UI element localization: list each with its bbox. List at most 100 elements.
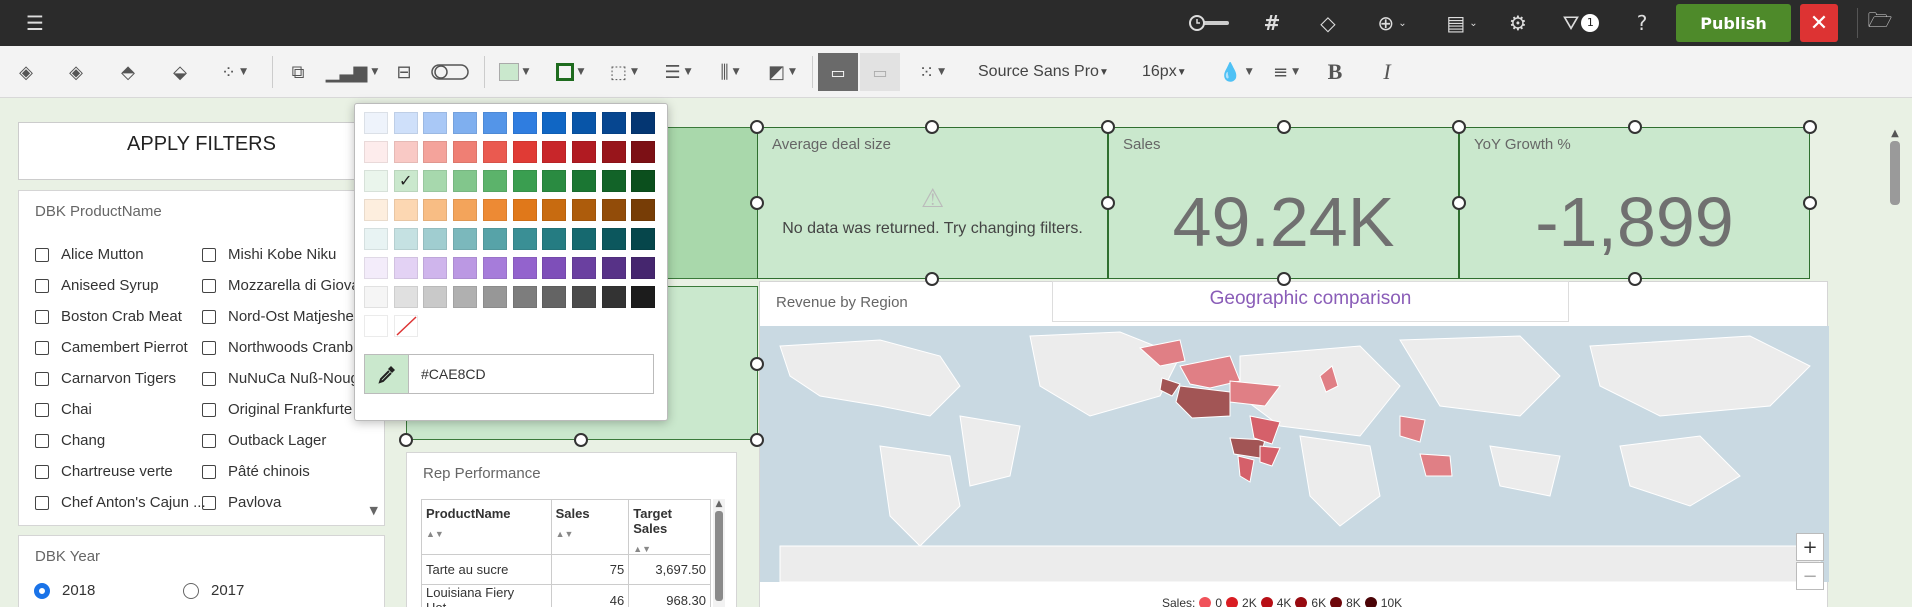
checkbox-icon[interactable] [35, 309, 49, 324]
color-swatch[interactable] [423, 141, 448, 163]
color-swatch[interactable] [364, 228, 388, 250]
apply-filters-button[interactable]: APPLY FILTERS [18, 122, 385, 180]
checkbox-icon[interactable] [202, 371, 216, 386]
layer-up-icon[interactable]: ◈ [60, 52, 92, 92]
report-dropdown-icon[interactable]: ▤ ⌄ [1434, 0, 1490, 46]
color-swatch[interactable] [364, 112, 388, 134]
year-radio-2017[interactable]: 2017 [183, 582, 244, 599]
color-swatch[interactable] [601, 112, 626, 134]
color-swatch[interactable] [453, 112, 478, 134]
color-swatch[interactable] [453, 286, 478, 308]
color-swatch[interactable] [512, 170, 537, 192]
color-swatch[interactable] [601, 170, 626, 192]
color-swatch[interactable] [601, 257, 626, 279]
color-swatch[interactable] [364, 141, 388, 163]
color-swatch[interactable] [601, 199, 626, 221]
resize-handle[interactable] [1628, 272, 1642, 286]
color-swatch[interactable] [482, 141, 507, 163]
filter-checkbox-item[interactable]: Chartreuse verte [35, 456, 205, 487]
text-align-dropdown-icon[interactable]: ≡ ▼ [1266, 52, 1306, 92]
table-scrollbar[interactable]: ▲ [713, 499, 725, 607]
checkbox-icon[interactable] [202, 433, 216, 448]
color-swatch[interactable] [453, 257, 478, 279]
color-swatch[interactable] [571, 112, 596, 134]
zoom-in-button[interactable]: + [1796, 533, 1824, 561]
filter-checkbox-item[interactable]: Northwoods Cranb [202, 332, 372, 363]
year-radio-2018[interactable]: 2018 [34, 582, 95, 599]
color-swatch[interactable] [542, 286, 567, 308]
filter-checkbox-item[interactable]: Camembert Pierrot [35, 332, 205, 363]
white-swatch[interactable] [364, 315, 388, 337]
resize-handle[interactable] [1277, 272, 1291, 286]
alignment-dropdown-icon[interactable]: ⫼ ▼ [708, 52, 752, 92]
checkbox-icon[interactable] [35, 464, 49, 479]
copy-icon[interactable]: ⧉ [282, 52, 314, 92]
color-swatch[interactable] [423, 257, 448, 279]
settings-gear-icon[interactable]: ⚙ [1500, 0, 1536, 46]
filter-checkbox-item[interactable]: Outback Lager [202, 425, 372, 456]
resize-handle[interactable] [1803, 120, 1817, 134]
checkbox-icon[interactable] [202, 464, 216, 479]
padding-dropdown-icon[interactable]: ⁙ ▼ [910, 52, 954, 92]
filter-checkbox-item[interactable]: Aniseed Syrup [35, 270, 205, 301]
checkbox-icon[interactable] [35, 278, 49, 293]
color-swatch[interactable] [631, 112, 656, 134]
table-row[interactable]: Tarte au sucre 75 3,697.50 [421, 554, 711, 585]
font-family-select[interactable]: Source Sans Pro ▼ [978, 52, 1109, 92]
resize-handle[interactable] [925, 272, 939, 286]
filter-checkbox-item[interactable]: Carnarvon Tigers [35, 363, 205, 394]
color-swatch[interactable] [393, 286, 418, 308]
filter-checkbox-item[interactable]: Chang [35, 425, 205, 456]
color-swatch[interactable] [453, 141, 478, 163]
diamond-icon[interactable]: ◇ [1310, 0, 1346, 46]
line-weight-dropdown-icon[interactable]: ☰ ▼ [656, 52, 700, 92]
fill-color-dropdown[interactable]: ▼ [494, 52, 534, 92]
page-scrollbar[interactable]: ▲ [1886, 128, 1904, 607]
resize-handle[interactable] [750, 433, 764, 447]
checkbox-icon[interactable] [202, 309, 216, 324]
checkbox-icon[interactable] [35, 340, 49, 355]
color-swatch[interactable] [542, 170, 567, 192]
close-icon[interactable]: ✕ [1800, 4, 1838, 42]
color-swatch[interactable] [393, 141, 418, 163]
color-swatch[interactable] [482, 257, 507, 279]
resize-handle[interactable] [1277, 120, 1291, 134]
color-swatch[interactable] [601, 286, 626, 308]
color-swatch[interactable] [453, 199, 478, 221]
color-swatch[interactable] [393, 199, 418, 221]
filter-icon[interactable]: ⛛ 1 [1556, 0, 1606, 46]
filter-checkbox-item[interactable]: Chef Anton's Cajun ... [35, 487, 205, 518]
color-swatch[interactable] [512, 286, 537, 308]
filter-checkbox-item[interactable]: Alice Mutton [35, 239, 205, 270]
color-swatch[interactable] [542, 228, 567, 250]
column-header[interactable]: Sales ▲▼ [550, 499, 630, 555]
resize-handle[interactable] [750, 196, 764, 210]
checkbox-icon[interactable] [35, 371, 49, 386]
color-swatch[interactable] [571, 228, 596, 250]
kpi-average-deal-size[interactable]: Average deal size ⚠ No data was returned… [757, 127, 1108, 279]
color-swatch[interactable] [512, 257, 537, 279]
sort-icon[interactable]: ▲▼ [556, 529, 625, 539]
color-swatch[interactable] [423, 286, 448, 308]
color-swatch[interactable] [423, 112, 448, 134]
toggle-icon[interactable] [430, 52, 470, 92]
color-swatch[interactable] [364, 170, 388, 192]
zoom-out-button[interactable]: − [1796, 562, 1824, 590]
resize-handle[interactable] [399, 433, 413, 447]
resize-handle[interactable] [925, 120, 939, 134]
color-swatch[interactable] [542, 112, 567, 134]
hex-color-field[interactable]: #CAE8CD [364, 354, 654, 394]
help-icon[interactable]: ? [1624, 0, 1660, 46]
shadow-dropdown-icon[interactable]: ◩ ▼ [760, 52, 804, 92]
color-swatch[interactable] [631, 199, 656, 221]
filter-checkbox-item[interactable]: Original Frankfurte [202, 394, 372, 425]
color-swatch[interactable] [393, 228, 418, 250]
resize-handle[interactable] [1101, 120, 1115, 134]
checkbox-icon[interactable] [35, 402, 49, 417]
header-off-toggle[interactable]: ▭ [860, 53, 900, 91]
filter-checkbox-item[interactable]: NuNuCa Nuß-Noug [202, 363, 372, 394]
send-back-icon[interactable]: ⬙ [164, 52, 196, 92]
eyedropper-icon[interactable] [365, 355, 409, 393]
layers-icon[interactable]: ◈ [10, 52, 42, 92]
toggle-switch-icon[interactable] [1186, 0, 1234, 46]
